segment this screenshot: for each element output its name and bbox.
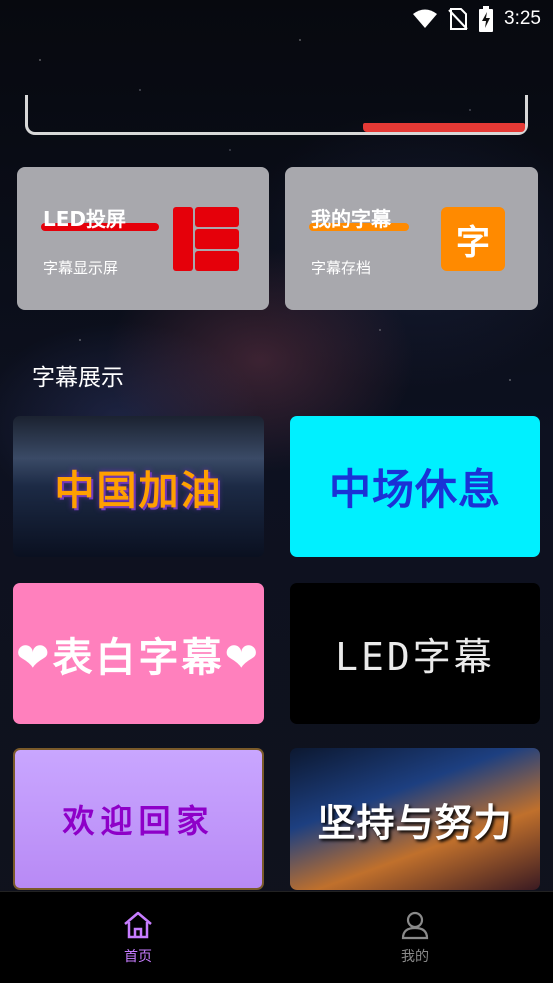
subtitle-card-welcome-home[interactable]: 欢迎回家: [13, 748, 264, 890]
home-icon: [124, 911, 152, 939]
subtitle-text: 中场休息: [328, 465, 501, 514]
subtitle-text: 中国加油: [54, 467, 223, 514]
grid-icon: [173, 207, 239, 271]
subtitle-card-china-cheer[interactable]: 中国加油: [13, 416, 264, 557]
subtitle-text: 坚持与努力: [317, 800, 513, 845]
user-icon: [401, 911, 429, 940]
subtitle-text: LED字幕: [335, 635, 495, 679]
led-cast-subtitle: 字幕显示屏: [43, 259, 119, 277]
subtitle-card-persistence[interactable]: 坚持与努力: [290, 748, 540, 890]
wifi-icon: [413, 9, 438, 28]
my-subtitles-card[interactable]: 我的字幕 字幕存档 字: [285, 167, 538, 310]
clock-time: 3:25: [504, 8, 541, 29]
zi-icon: 字: [441, 207, 505, 271]
subtitle-text: 欢迎回家: [62, 802, 215, 840]
subtitle-card-led[interactable]: LED字幕: [290, 583, 540, 724]
nav-home-label: 首页: [124, 949, 152, 965]
subtitle-text: ❤表白字幕❤: [15, 634, 262, 681]
banner-indicator: [363, 123, 525, 132]
nav-home[interactable]: 首页: [98, 910, 178, 966]
bottom-nav: 首页 我的: [0, 891, 553, 983]
section-title: 字幕展示: [32, 365, 124, 391]
battery-charging-icon: [479, 6, 494, 32]
my-subtitles-title: 我的字幕: [311, 207, 391, 231]
no-sim-icon: [448, 8, 468, 30]
subtitle-card-halftime[interactable]: 中场休息: [290, 416, 540, 557]
status-bar: 3:25: [0, 0, 553, 38]
subtitle-card-confession[interactable]: ❤表白字幕❤: [13, 583, 264, 724]
led-cast-title: LED投屏: [43, 207, 127, 231]
led-cast-card[interactable]: LED投屏 字幕显示屏: [17, 167, 269, 310]
nav-mine[interactable]: 我的: [375, 910, 455, 966]
my-subtitles-subtitle: 字幕存档: [311, 259, 372, 277]
nav-mine-label: 我的: [401, 949, 429, 965]
